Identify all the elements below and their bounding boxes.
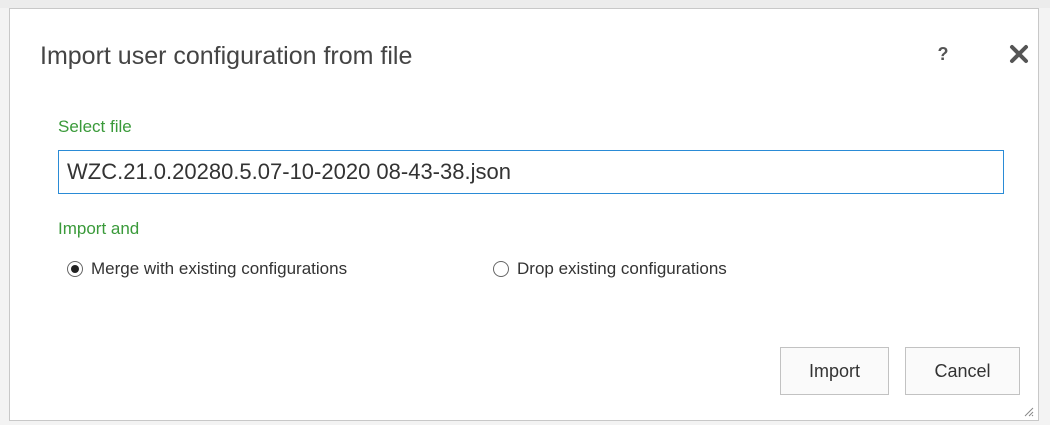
backdrop [0,0,1050,8]
merge-radio-label: Merge with existing configurations [91,259,348,278]
import-config-dialog: Import user configuration from file ? Se… [9,8,1039,421]
help-button[interactable]: ? [930,39,956,69]
merge-radio-option[interactable]: Merge with existing configurations [67,259,347,279]
resize-grip[interactable] [1022,404,1034,417]
drop-radio-option[interactable]: Drop existing configurations [493,259,727,279]
merge-radio[interactable] [67,261,83,277]
drop-radio[interactable] [493,261,509,277]
import-mode-label: Import and [58,219,140,238]
drop-radio-label: Drop existing configurations [517,259,727,278]
resize-grip-icon [1024,407,1034,417]
close-icon [1010,45,1028,63]
select-file-label: Select file [58,117,132,136]
file-input[interactable] [58,150,1004,194]
dialog-title: Import user configuration from file [40,42,413,70]
cancel-button[interactable]: Cancel [905,347,1020,395]
close-button[interactable] [1004,39,1034,69]
import-button[interactable]: Import [780,347,889,395]
